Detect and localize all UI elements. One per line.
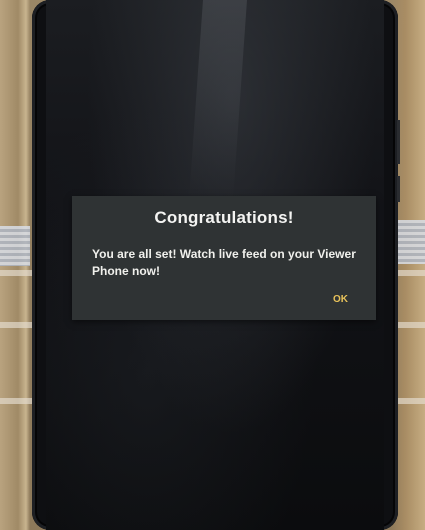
dialog-message: You are all set! Watch live feed on your… bbox=[92, 247, 356, 278]
screen-glare bbox=[189, 0, 247, 200]
power-button bbox=[397, 176, 400, 202]
ok-button[interactable]: OK bbox=[329, 292, 352, 307]
phone-screen: Congratulations! You are all set! Watch … bbox=[46, 0, 384, 530]
photo-scene: Congratulations! You are all set! Watch … bbox=[0, 0, 425, 530]
dialog-title: Congratulations! bbox=[154, 208, 294, 227]
congratulations-dialog: Congratulations! You are all set! Watch … bbox=[72, 196, 376, 320]
background-cable bbox=[0, 226, 30, 266]
volume-button bbox=[397, 120, 400, 164]
phone-device: Congratulations! You are all set! Watch … bbox=[32, 0, 400, 530]
